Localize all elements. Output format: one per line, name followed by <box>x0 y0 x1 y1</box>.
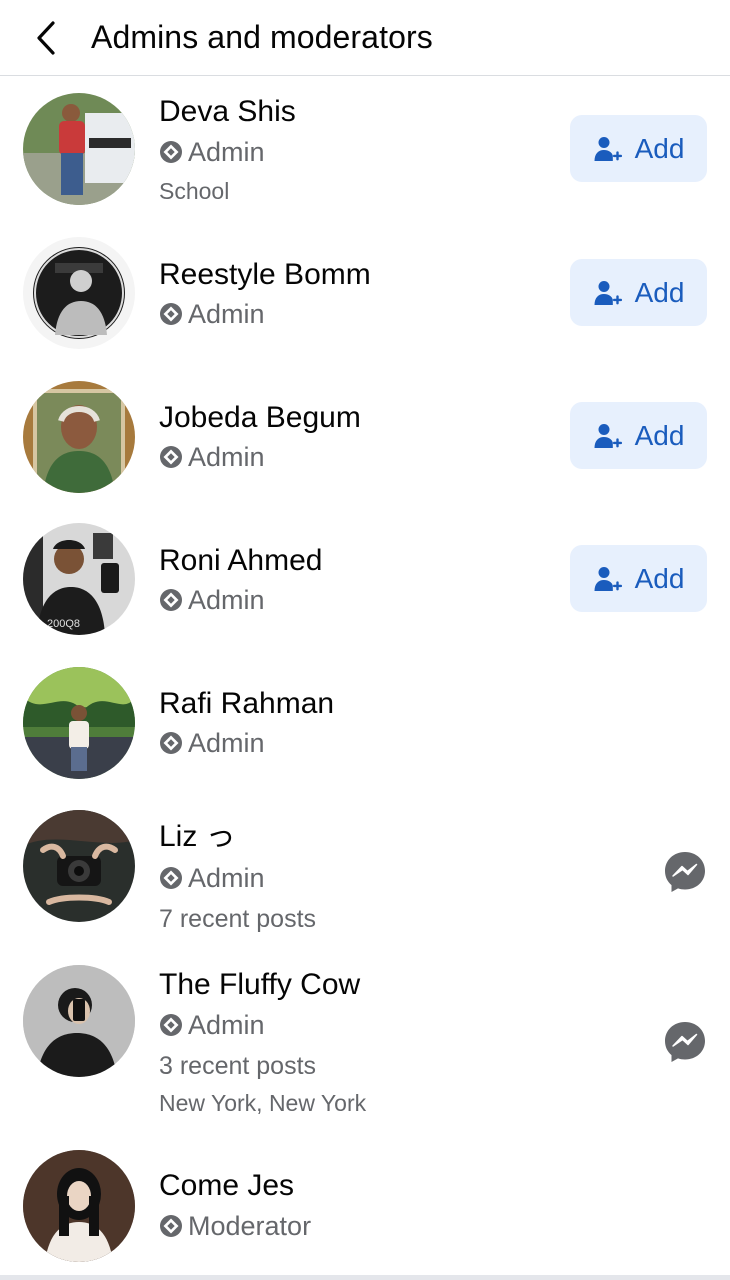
add-friend-icon <box>593 421 623 451</box>
member-role-label: Admin <box>188 863 265 893</box>
member-role: Admin <box>159 727 265 759</box>
member-name[interactable]: Liz っ <box>159 819 236 855</box>
member-name[interactable]: Jobeda Begum <box>159 400 361 436</box>
admin-badge-icon <box>159 866 183 890</box>
divider <box>0 1275 730 1280</box>
chevron-left-icon <box>37 21 55 55</box>
add-friend-icon <box>593 278 623 308</box>
add-friend-button[interactable]: Add <box>570 402 707 469</box>
add-friend-button[interactable]: Add <box>570 545 707 612</box>
messenger-icon <box>663 850 707 894</box>
member-name[interactable]: Rafi Rahman <box>159 686 334 722</box>
member-detail: School <box>159 178 230 204</box>
member-role: Admin <box>159 441 265 473</box>
list-item[interactable]: Come Jes Moderator <box>0 1147 730 1272</box>
list-item[interactable]: Jobeda Begum Admin Add <box>0 378 730 498</box>
member-role-label: Admin <box>188 299 265 329</box>
member-role-label: Admin <box>188 728 265 758</box>
moderator-badge-icon <box>159 1214 183 1238</box>
avatar[interactable] <box>23 1150 135 1262</box>
list-item[interactable]: Rafi Rahman Admin <box>0 664 730 784</box>
member-role: Admin <box>159 584 265 616</box>
member-name[interactable]: Deva Shis <box>159 94 296 130</box>
member-name[interactable]: Roni Ahmed <box>159 543 322 579</box>
member-role: Moderator <box>159 1210 311 1242</box>
admin-badge-icon <box>159 445 183 469</box>
member-role-label: Admin <box>188 585 265 615</box>
member-recent-posts: 3 recent posts <box>159 1052 317 1080</box>
member-role: Admin <box>159 1009 265 1041</box>
list-item[interactable]: Deva Shis Admin School Add <box>0 90 730 210</box>
svg-text:200Q8: 200Q8 <box>47 618 80 630</box>
avatar[interactable] <box>23 667 135 779</box>
avatar[interactable]: 200Q8 <box>23 523 135 635</box>
member-recent-posts: 7 recent posts <box>159 905 317 933</box>
add-button-label: Add <box>634 562 685 594</box>
member-role-label: Admin <box>188 442 265 472</box>
avatar[interactable] <box>23 965 135 1077</box>
member-name[interactable]: The Fluffy Cow <box>159 967 360 1003</box>
add-friend-icon <box>593 134 623 164</box>
list-item[interactable]: The Fluffy Cow Admin 3 recent posts New … <box>0 962 730 1122</box>
admin-badge-icon <box>159 588 183 612</box>
admin-badge-icon <box>159 140 183 164</box>
add-friend-button[interactable]: Add <box>570 115 707 182</box>
member-location: New York, New York <box>159 1090 367 1116</box>
add-button-label: Add <box>634 419 685 451</box>
member-name[interactable]: Reestyle Bomm <box>159 257 371 293</box>
list-item[interactable]: Reestyle Bomm Admin Add <box>0 235 730 355</box>
list-item[interactable]: 200Q8 Roni Ahmed Admin Add <box>0 521 730 641</box>
avatar[interactable] <box>23 810 135 922</box>
add-friend-button[interactable]: Add <box>570 259 707 326</box>
add-friend-icon <box>593 564 623 594</box>
member-role-label: Moderator <box>188 1211 312 1241</box>
member-role-label: Admin <box>188 1010 265 1040</box>
member-role: Admin <box>159 862 265 894</box>
avatar[interactable] <box>23 93 135 205</box>
top-bar: Admins and moderators <box>0 0 730 76</box>
member-role: Admin <box>159 298 265 330</box>
message-button[interactable] <box>663 850 707 894</box>
admin-badge-icon <box>159 302 183 326</box>
message-button[interactable] <box>663 1020 707 1064</box>
messenger-icon <box>663 1020 707 1064</box>
list-item[interactable]: Liz っ Admin 7 recent posts <box>0 807 730 937</box>
avatar[interactable] <box>23 381 135 493</box>
back-button[interactable] <box>26 16 66 60</box>
member-role: Admin <box>159 136 265 168</box>
member-role-label: Admin <box>188 137 265 167</box>
admin-badge-icon <box>159 731 183 755</box>
member-name[interactable]: Come Jes <box>159 1168 294 1204</box>
page-title: Admins and moderators <box>91 19 433 55</box>
add-button-label: Add <box>634 132 685 164</box>
add-button-label: Add <box>634 276 685 308</box>
admin-badge-icon <box>159 1013 183 1037</box>
avatar[interactable] <box>23 237 135 349</box>
